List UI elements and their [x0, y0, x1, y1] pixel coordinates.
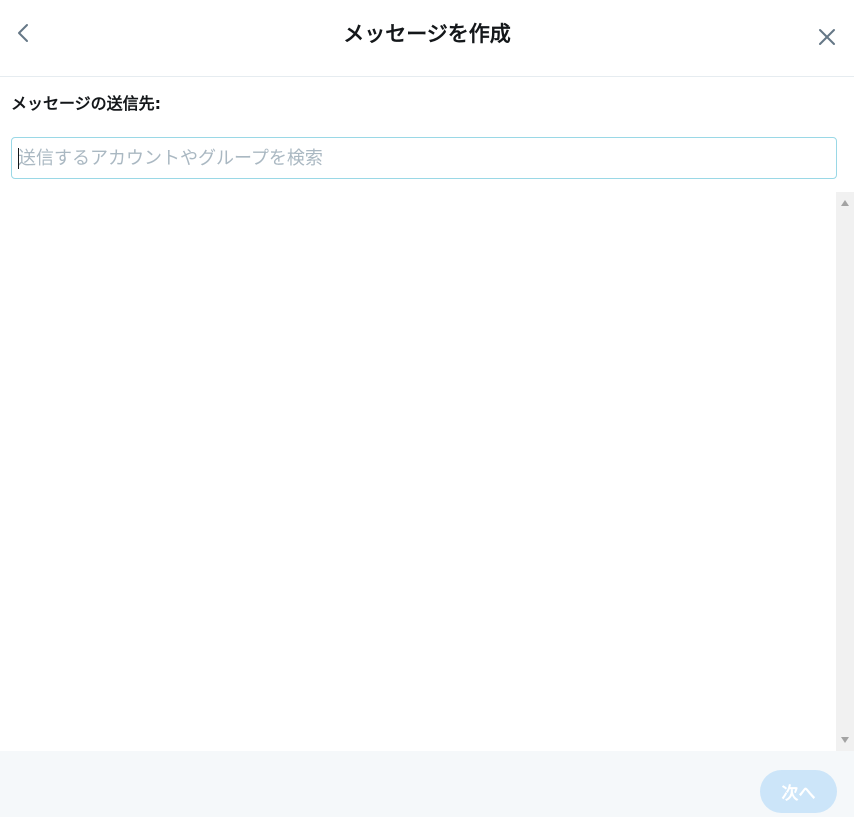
text-caret — [18, 148, 19, 169]
scroll-up-arrow-icon[interactable] — [836, 194, 854, 212]
recipient-search-field[interactable] — [11, 137, 837, 179]
next-button[interactable]: 次へ — [760, 770, 837, 813]
close-button[interactable] — [812, 24, 842, 54]
close-icon — [818, 28, 836, 50]
compose-message-dialog: メッセージを作成 メッセージの送信先: 次へ — [0, 0, 854, 817]
recipient-search-input[interactable] — [12, 138, 836, 178]
search-results-list — [0, 192, 854, 751]
dialog-footer: 次へ — [0, 751, 854, 817]
dialog-header: メッセージを作成 — [0, 0, 854, 77]
scroll-down-arrow-icon[interactable] — [836, 731, 854, 749]
results-scrollbar[interactable] — [836, 192, 854, 751]
dialog-title: メッセージを作成 — [343, 22, 511, 46]
recipient-label: メッセージの送信先: — [11, 94, 162, 113]
